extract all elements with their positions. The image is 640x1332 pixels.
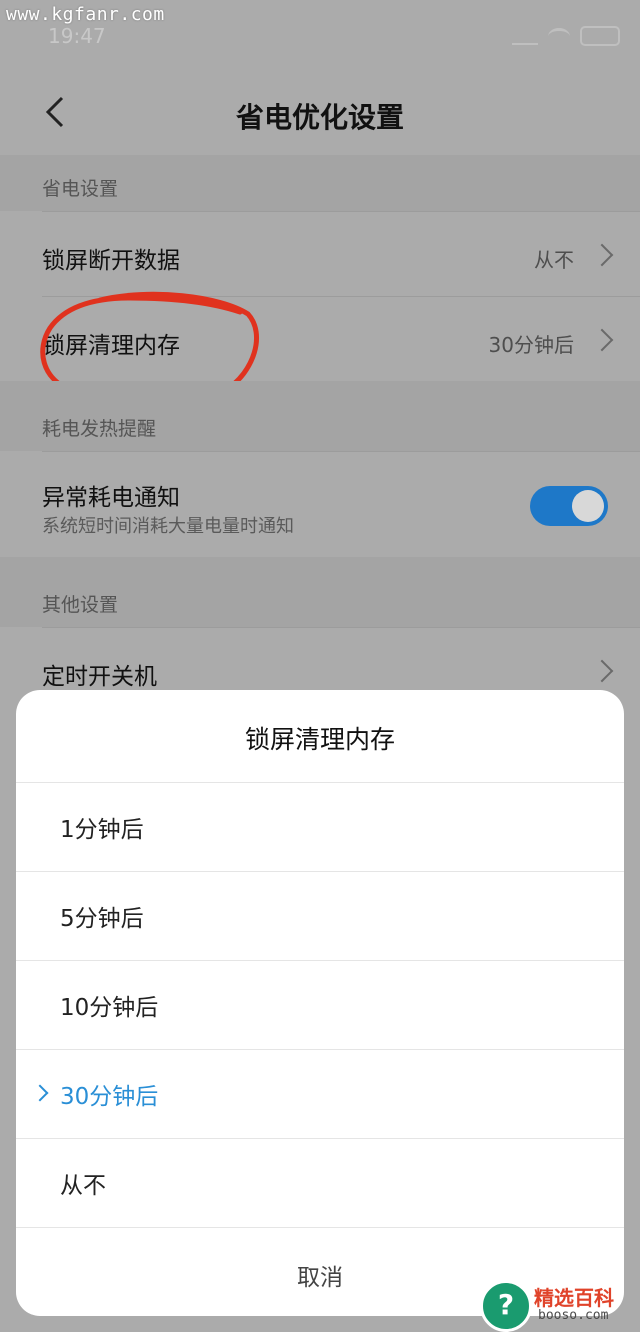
selected-chevron-icon	[31, 1084, 49, 1102]
row-title: 定时开关机	[42, 664, 157, 690]
abnormal-power-toggle[interactable]	[530, 486, 608, 526]
chevron-right-icon	[590, 328, 614, 352]
logo-sub: booso.com	[538, 1308, 609, 1323]
toggle-knob	[572, 490, 604, 522]
row-title: 异常耗电通知	[42, 485, 180, 511]
cancel-label: 取消	[297, 1265, 343, 1291]
divider	[42, 627, 640, 628]
divider	[42, 211, 640, 212]
divider	[42, 451, 640, 452]
chevron-right-icon	[590, 243, 614, 267]
option-30min[interactable]: 30分钟后	[16, 1049, 624, 1138]
section-label-heat: 耗电发热提醒	[42, 418, 157, 440]
signal-icon	[512, 27, 538, 45]
option-5min[interactable]: 5分钟后	[16, 871, 624, 960]
status-icons	[512, 26, 620, 46]
option-label: 10分钟后	[60, 995, 159, 1021]
logo-text: 精选百科	[534, 1286, 614, 1310]
status-bar: 19:47	[0, 0, 640, 70]
option-label: 30分钟后	[60, 1084, 159, 1110]
option-1min[interactable]: 1分钟后	[16, 782, 624, 871]
page-title: 省电优化设置	[235, 101, 404, 134]
row-value: 从不	[534, 248, 574, 272]
site-logo: ? 精选百科 booso.com	[480, 1270, 630, 1332]
section-label-other: 其他设置	[42, 594, 119, 616]
divider	[16, 1227, 624, 1228]
option-never[interactable]: 从不	[16, 1138, 624, 1227]
dialog-title: 锁屏清理内存	[244, 725, 395, 754]
option-dialog: 锁屏清理内存 1分钟后 5分钟后 10分钟后 30分钟后 从不 取消	[16, 690, 624, 1316]
wifi-icon	[548, 27, 570, 45]
header: 省电优化设置	[0, 70, 640, 155]
option-10min[interactable]: 10分钟后	[16, 960, 624, 1049]
option-label: 1分钟后	[60, 817, 144, 843]
row-subtitle: 系统短时间消耗大量电量时通知	[42, 516, 294, 537]
section-label-power: 省电设置	[42, 178, 119, 200]
row-value: 30分钟后	[488, 333, 574, 357]
row-title: 锁屏断开数据	[42, 248, 180, 274]
battery-icon	[580, 26, 620, 46]
question-mark-icon: ?	[480, 1280, 532, 1332]
option-label: 从不	[60, 1173, 106, 1199]
chevron-right-icon	[590, 659, 614, 683]
option-label: 5分钟后	[60, 906, 144, 932]
status-time: 19:47	[48, 24, 106, 48]
